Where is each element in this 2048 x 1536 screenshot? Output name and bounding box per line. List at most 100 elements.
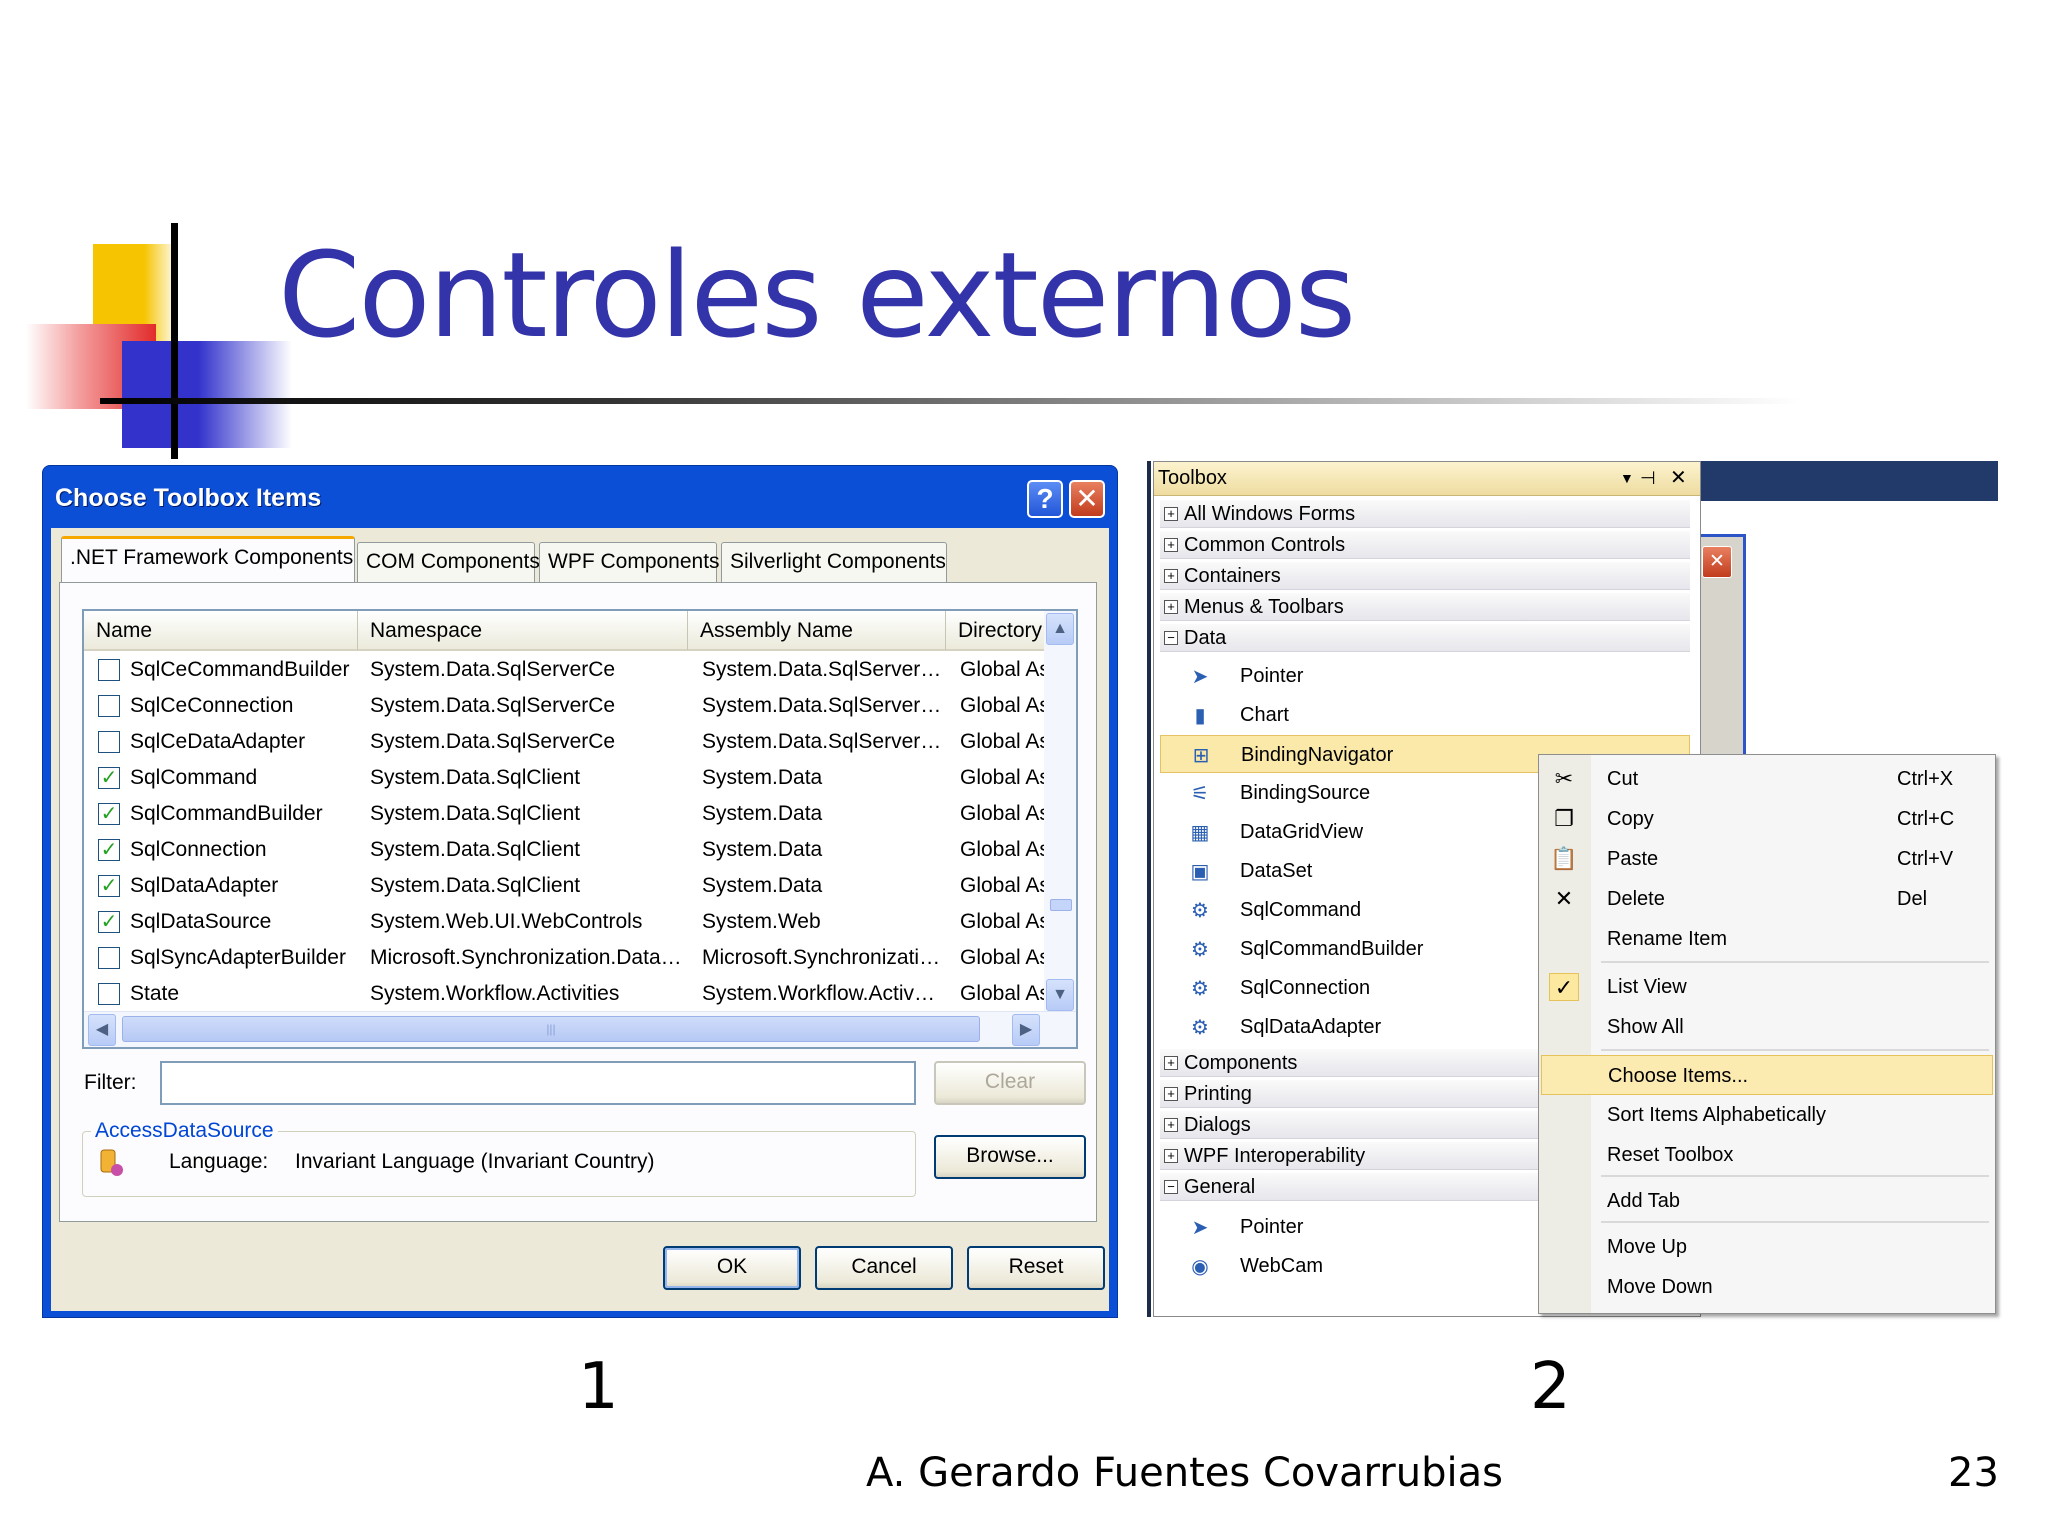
scroll-down-button[interactable]: ▼ (1046, 979, 1074, 1011)
row-assembly: System.Data.SqlServer… (702, 730, 942, 753)
row-name: SqlCeDataAdapter (130, 730, 306, 753)
menu-item[interactable]: Move Up (1541, 1227, 1993, 1267)
table-row[interactable]: ✓ SqlDataSource System.Web.UI.WebControls S… (84, 904, 1044, 940)
tab-net-framework-components[interactable]: .NET Framework Components (61, 536, 355, 582)
table-row[interactable]: ✓ SqlCommand System.Data.SqlClient System.D… (84, 760, 1044, 796)
scroll-right-button[interactable]: ▶ (1012, 1014, 1040, 1046)
toolbox-close-icon[interactable]: ✕ (1670, 462, 1687, 494)
cancel-button[interactable]: Cancel (815, 1246, 953, 1290)
filter-input[interactable] (160, 1061, 916, 1105)
menu-item-shortcut: Del (1897, 888, 1928, 910)
decor-blue-square (122, 341, 292, 448)
toolbox-item[interactable]: ▮ Chart (1160, 696, 1690, 734)
table-row[interactable]: SqlCeConnection System.Data.SqlServerCe Sy… (84, 688, 1044, 724)
row-checkbox[interactable] (98, 947, 120, 969)
menu-item[interactable]: Show All (1541, 1007, 1993, 1047)
collapse-icon[interactable]: − (1164, 1180, 1178, 1194)
expand-icon[interactable]: + (1164, 1118, 1178, 1132)
browse-button[interactable]: Browse... (934, 1135, 1086, 1179)
column-header-namespace[interactable]: Namespace (358, 611, 688, 651)
toolbox-title: Toolbox (1158, 467, 1227, 489)
toolbox-category[interactable]: + Containers (1160, 562, 1690, 590)
reset-button[interactable]: Reset (967, 1246, 1105, 1290)
figure-label-2: 2 (1530, 1350, 1571, 1424)
table-row[interactable]: ✓ SqlDataAdapter System.Data.SqlClient Syst… (84, 868, 1044, 904)
vertical-scrollbar[interactable]: ▲ ▼ (1044, 611, 1076, 1013)
horizontal-scroll-thumb[interactable]: ||| (122, 1016, 980, 1042)
help-button[interactable]: ? (1027, 480, 1063, 518)
table-row[interactable]: ✓ SqlCommandBuilder System.Data.SqlClient S… (84, 796, 1044, 832)
expand-icon[interactable]: + (1164, 600, 1178, 614)
toolbox-item-label: DataGridView (1240, 821, 1364, 843)
expand-icon[interactable]: + (1164, 1056, 1178, 1070)
scroll-thumb[interactable] (1050, 899, 1072, 911)
toolbox-category[interactable]: − Data (1160, 624, 1690, 652)
expand-icon[interactable]: + (1164, 1087, 1178, 1101)
pointer-icon: ➤ (1191, 666, 1209, 688)
row-checkbox[interactable] (98, 659, 120, 681)
toolbox-category[interactable]: + Menus & Toolbars (1160, 593, 1690, 621)
menu-separator (1601, 1221, 1989, 1223)
ok-button[interactable]: OK (663, 1246, 801, 1290)
clear-button[interactable]: Clear (934, 1061, 1086, 1105)
collapse-icon[interactable]: − (1164, 631, 1178, 645)
expand-icon[interactable]: + (1164, 569, 1178, 583)
expand-icon[interactable]: + (1164, 1149, 1178, 1163)
row-namespace: System.Data.SqlServerCe (370, 658, 616, 681)
tab-panel: Name Namespace Assembly Name Directory S… (59, 582, 1097, 1222)
category-label: General (1184, 1176, 1256, 1198)
menu-item[interactable]: Choose Items... (1541, 1055, 1993, 1095)
column-header-name[interactable]: Name (84, 611, 358, 651)
menu-item[interactable]: 📋 Paste Ctrl+V (1541, 839, 1993, 879)
row-checkbox[interactable]: ✓ (98, 767, 120, 789)
row-checkbox[interactable]: ✓ (98, 911, 120, 933)
row-name: SqlSyncAdapterBuilder (130, 946, 346, 969)
row-directory: Global Ass (960, 694, 1044, 717)
tab-wpf-components[interactable]: WPF Components (539, 542, 720, 582)
tab-silverlight-components[interactable]: Silverlight Components (721, 542, 947, 582)
expand-icon[interactable]: + (1164, 507, 1178, 521)
binding-navigator-icon: ⊞ (1192, 745, 1210, 767)
close-button[interactable]: ✕ (1069, 480, 1105, 518)
menu-item[interactable]: ❐ Copy Ctrl+C (1541, 799, 1993, 839)
menu-item[interactable]: ✂ Cut Ctrl+X (1541, 759, 1993, 799)
components-list[interactable]: Name Namespace Assembly Name Directory S… (82, 609, 1078, 1049)
dropdown-icon[interactable]: ▼ (1620, 462, 1634, 494)
tab-com-components[interactable]: COM Components (357, 542, 540, 582)
toolbox-category[interactable]: + All Windows Forms (1160, 500, 1690, 528)
menu-item-label: Copy (1607, 808, 1654, 830)
scroll-up-button[interactable]: ▲ (1046, 613, 1074, 645)
menu-item[interactable]: Reset Toolbox (1541, 1135, 1993, 1175)
table-row[interactable]: SqlSyncAdapterBuilder Microsoft.Synchroni… (84, 940, 1044, 976)
menu-item[interactable]: ✕ Delete Del (1541, 879, 1993, 919)
horizontal-scrollbar[interactable]: ◀ ||| ▶ (84, 1011, 1076, 1047)
table-row[interactable]: State System.Workflow.Activities System.Wo… (84, 976, 1044, 1012)
menu-item[interactable]: Add Tab (1541, 1181, 1993, 1221)
background-window-close-icon[interactable]: ✕ (1702, 546, 1732, 578)
menu-item[interactable]: ✓ List View (1541, 967, 1993, 1007)
pin-icon[interactable]: ⊣ (1640, 462, 1656, 494)
table-row[interactable]: ✓ SqlConnection System.Data.SqlClient Syste… (84, 832, 1044, 868)
column-header-assembly[interactable]: Assembly Name (688, 611, 946, 651)
menu-item[interactable]: Move Down (1541, 1267, 1993, 1307)
row-assembly: System.Data (702, 874, 823, 897)
table-row[interactable]: SqlCeDataAdapter System.Data.SqlServerCe S… (84, 724, 1044, 760)
row-checkbox[interactable] (98, 983, 120, 1005)
toolbox-category[interactable]: + Common Controls (1160, 531, 1690, 559)
scissors-icon: ✂ (1554, 766, 1574, 791)
scroll-left-button[interactable]: ◀ (88, 1014, 116, 1046)
menu-item[interactable]: Rename Item (1541, 919, 1993, 959)
binding-source-icon: ⚟ (1191, 783, 1209, 805)
row-checkbox[interactable]: ✓ (98, 803, 120, 825)
column-header-directory[interactable]: Directory (946, 611, 1046, 651)
row-checkbox[interactable]: ✓ (98, 839, 120, 861)
expand-icon[interactable]: + (1164, 538, 1178, 552)
row-checkbox[interactable] (98, 731, 120, 753)
table-row[interactable]: SqlCeCommandBuilder System.Data.SqlServer… (84, 652, 1044, 688)
row-checkbox[interactable] (98, 695, 120, 717)
toolbox-item[interactable]: ➤ Pointer (1160, 657, 1690, 695)
menu-item[interactable]: Sort Items Alphabetically (1541, 1095, 1993, 1135)
row-checkbox[interactable]: ✓ (98, 875, 120, 897)
decor-horizontal-line (100, 398, 1800, 404)
chart-icon: ▮ (1194, 705, 1206, 727)
